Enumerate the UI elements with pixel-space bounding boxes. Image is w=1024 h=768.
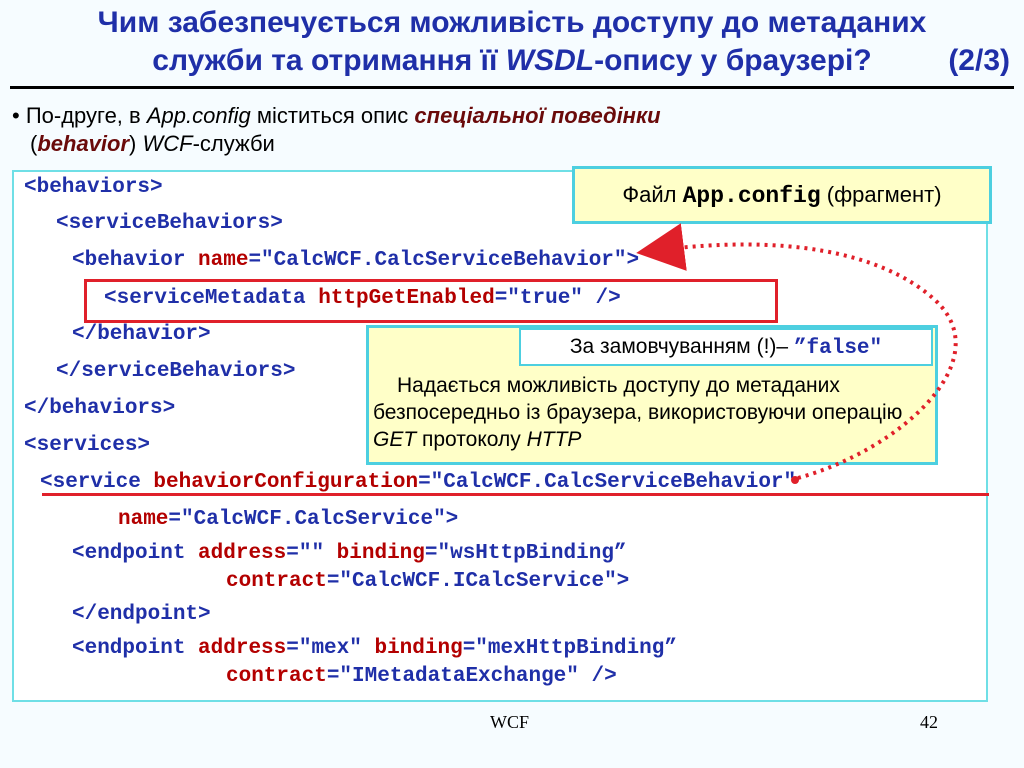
dotted-arrow-connector (636, 223, 958, 484)
arrow-origin-dot (791, 476, 799, 484)
footer-title: WCF (490, 712, 530, 732)
page-number: 42 (920, 712, 938, 732)
arrow-to-behavior (636, 223, 958, 480)
